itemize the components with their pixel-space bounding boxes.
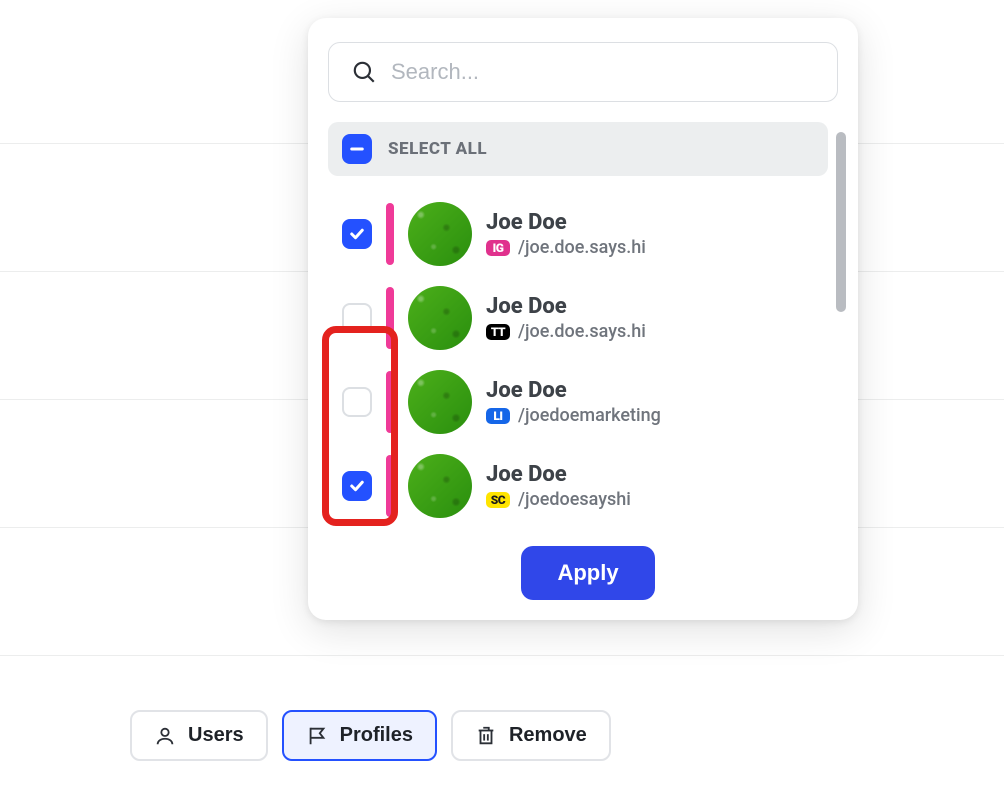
avatar — [408, 454, 472, 518]
check-icon — [348, 225, 366, 243]
profile-item[interactable]: Joe Doe LI /joedoemarketing — [328, 360, 828, 444]
profile-accent-bar — [386, 455, 394, 517]
profile-handle-row: SC /joedoesayshi — [486, 489, 631, 510]
platform-badge-li: LI — [486, 408, 510, 424]
select-all-row[interactable]: SELECT ALL — [328, 122, 828, 176]
profile-handle: /joedoesayshi — [518, 489, 631, 510]
profile-accent-bar — [386, 203, 394, 265]
apply-row: Apply — [328, 546, 848, 600]
user-icon — [154, 725, 176, 747]
check-icon — [348, 477, 366, 495]
profile-info: Joe Doe SC /joedoesayshi — [486, 462, 631, 510]
profile-checkbox[interactable] — [342, 303, 372, 333]
profile-handle-row: TT /joe.doe.says.hi — [486, 321, 646, 342]
users-label: Users — [188, 724, 244, 747]
profile-handle-row: LI /joedoemarketing — [486, 405, 661, 426]
profile-name: Joe Doe — [486, 210, 646, 235]
profile-accent-bar — [386, 287, 394, 349]
profiles-label: Profiles — [340, 724, 413, 747]
profile-name: Joe Doe — [486, 378, 661, 403]
platform-badge-ig: IG — [486, 240, 510, 256]
profile-handle: /joedoemarketing — [518, 405, 661, 426]
select-all-checkbox[interactable] — [342, 134, 372, 164]
bottom-toolbar: Users Profiles Remove — [130, 710, 611, 761]
profile-name: Joe Doe — [486, 462, 631, 487]
search-icon — [351, 59, 377, 85]
users-button[interactable]: Users — [130, 710, 268, 761]
avatar — [408, 370, 472, 434]
avatar — [408, 286, 472, 350]
profile-handle: /joe.doe.says.hi — [518, 237, 646, 258]
profile-name: Joe Doe — [486, 294, 646, 319]
select-all-label: SELECT ALL — [388, 139, 487, 159]
search-field-wrap[interactable] — [328, 42, 838, 102]
scrollbar-thumb[interactable] — [836, 132, 846, 312]
profile-info: Joe Doe IG /joe.doe.says.hi — [486, 210, 646, 258]
profile-accent-bar — [386, 371, 394, 433]
remove-button[interactable]: Remove — [451, 710, 611, 761]
flag-icon — [306, 725, 328, 747]
avatar — [408, 202, 472, 266]
profile-list: SELECT ALL Joe Doe IG /joe.doe.says.hi — [328, 122, 848, 528]
apply-button[interactable]: Apply — [521, 546, 654, 600]
profile-info: Joe Doe LI /joedoemarketing — [486, 378, 661, 426]
profile-item[interactable]: Joe Doe IG /joe.doe.says.hi — [328, 192, 828, 276]
profile-select-popover: SELECT ALL Joe Doe IG /joe.doe.says.hi — [308, 18, 858, 620]
platform-badge-tt: TT — [486, 324, 510, 340]
platform-badge-sc: SC — [486, 492, 510, 508]
profile-handle: /joe.doe.says.hi — [518, 321, 646, 342]
profile-checkbox[interactable] — [342, 387, 372, 417]
profile-checkbox[interactable] — [342, 471, 372, 501]
search-input[interactable] — [391, 59, 815, 85]
remove-label: Remove — [509, 724, 587, 747]
profile-checkbox[interactable] — [342, 219, 372, 249]
profile-handle-row: IG /joe.doe.says.hi — [486, 237, 646, 258]
profile-item[interactable]: Joe Doe TT /joe.doe.says.hi — [328, 276, 828, 360]
minus-icon — [348, 140, 366, 158]
profile-info: Joe Doe TT /joe.doe.says.hi — [486, 294, 646, 342]
profile-item[interactable]: Joe Doe SC /joedoesayshi — [328, 444, 828, 528]
trash-icon — [475, 725, 497, 747]
profiles-button[interactable]: Profiles — [282, 710, 437, 761]
